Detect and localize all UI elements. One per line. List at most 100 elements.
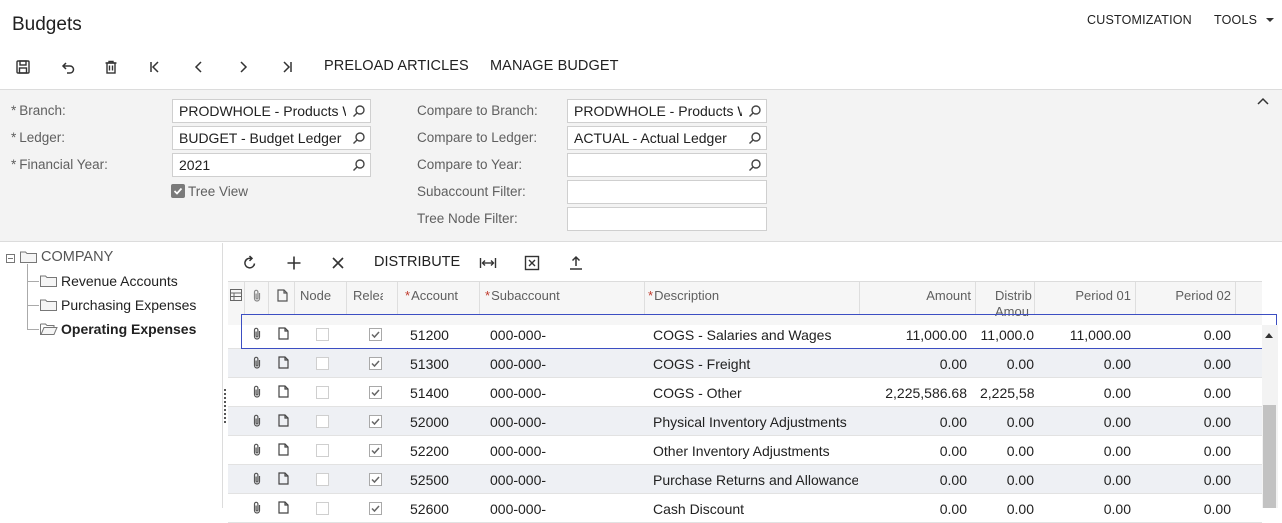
node-checkbox[interactable] xyxy=(316,357,329,370)
amount-cell[interactable]: 0.00 xyxy=(864,443,967,459)
tree-node-company[interactable]: COMPANY xyxy=(41,249,113,265)
account-cell[interactable]: 51300 xyxy=(410,356,449,372)
period-02-cell[interactable]: 0.00 xyxy=(1138,443,1231,459)
splitter-handle[interactable] xyxy=(224,389,226,423)
branch-selector[interactable]: PRODWHOLE - Products Wh xyxy=(172,99,371,123)
note-icon[interactable] xyxy=(278,414,289,427)
distributed-amount-cell[interactable]: 0.00 xyxy=(980,443,1034,459)
tree-node-filter-input[interactable] xyxy=(567,207,767,231)
compare-year-selector[interactable] xyxy=(567,153,767,177)
subaccount-cell[interactable]: 000-000- xyxy=(490,472,546,488)
subaccount-cell[interactable]: 000-000- xyxy=(490,501,546,517)
released-checkbox[interactable] xyxy=(369,386,382,399)
column-header-description[interactable]: *Description xyxy=(648,288,719,303)
node-checkbox[interactable] xyxy=(316,386,329,399)
distributed-amount-cell[interactable]: 0.00 xyxy=(980,501,1034,517)
column-header-distributed[interactable]: Distrib Amou xyxy=(995,288,1033,320)
column-header-released[interactable]: Relea xyxy=(353,288,383,303)
export-excel-icon[interactable] xyxy=(522,253,542,273)
amount-cell[interactable]: 0.00 xyxy=(864,472,967,488)
amount-cell[interactable]: 0.00 xyxy=(864,414,967,430)
account-cell[interactable]: 51200 xyxy=(410,327,449,343)
subaccount-cell[interactable]: 000-000- xyxy=(490,356,546,372)
attachment-icon[interactable] xyxy=(252,472,262,485)
tree-node-revenue-accounts[interactable]: Revenue Accounts xyxy=(61,273,178,289)
node-checkbox[interactable] xyxy=(316,415,329,428)
subaccount-filter-input[interactable] xyxy=(567,180,767,204)
search-icon[interactable] xyxy=(748,104,762,118)
period-01-cell[interactable]: 11,000.00 xyxy=(1038,327,1131,343)
subaccount-cell[interactable]: 000-000- xyxy=(490,443,546,459)
released-checkbox[interactable] xyxy=(369,415,382,428)
attachment-icon[interactable] xyxy=(252,327,262,340)
note-icon[interactable] xyxy=(278,385,289,398)
period-01-cell[interactable]: 0.00 xyxy=(1038,501,1131,517)
search-icon[interactable] xyxy=(748,131,762,145)
last-record-icon[interactable] xyxy=(277,57,297,77)
refresh-icon[interactable] xyxy=(240,253,260,273)
period-01-cell[interactable]: 0.00 xyxy=(1038,356,1131,372)
column-chooser-icon[interactable] xyxy=(230,289,242,301)
account-cell[interactable]: 52200 xyxy=(410,443,449,459)
table-row[interactable]: 52500 000-000- Purchase Returns and Allowa… xyxy=(228,465,1262,494)
description-cell[interactable]: Purchase Returns and Allowances xyxy=(653,472,858,488)
distributed-amount-cell[interactable]: 11,000.0 xyxy=(980,327,1034,343)
account-cell[interactable]: 52000 xyxy=(410,414,449,430)
column-header-subaccount[interactable]: *Subaccount xyxy=(485,288,560,303)
tree-view-checkbox[interactable] xyxy=(171,184,185,198)
table-row[interactable]: 51200 000-000- COGS - Salaries and Wages 11… xyxy=(228,320,1262,349)
period-02-cell[interactable]: 0.00 xyxy=(1138,385,1231,401)
tree-node-operating-expenses[interactable]: Operating Expenses xyxy=(61,321,196,337)
manage-budget-button[interactable]: MANAGE BUDGET xyxy=(490,58,619,74)
tree-node-purchasing-expenses[interactable]: Purchasing Expenses xyxy=(61,297,196,313)
node-checkbox[interactable] xyxy=(316,502,329,515)
search-icon[interactable] xyxy=(352,131,366,145)
column-header-period-02[interactable]: Period 02 xyxy=(1138,288,1231,303)
note-icon[interactable] xyxy=(278,472,289,485)
attachment-icon[interactable] xyxy=(252,385,262,398)
period-01-cell[interactable]: 0.00 xyxy=(1038,472,1131,488)
attachment-icon[interactable] xyxy=(252,356,262,369)
customization-menu[interactable]: CUSTOMIZATION xyxy=(1087,13,1192,27)
tools-menu[interactable]: TOOLS xyxy=(1214,13,1274,27)
table-row[interactable]: 52000 000-000- Physical Inventory Adjustme… xyxy=(228,407,1262,436)
period-02-cell[interactable]: 0.00 xyxy=(1138,356,1231,372)
account-cell[interactable]: 52600 xyxy=(410,501,449,517)
period-02-cell[interactable]: 0.00 xyxy=(1138,472,1231,488)
released-checkbox[interactable] xyxy=(369,357,382,370)
note-icon[interactable] xyxy=(278,356,289,369)
description-cell[interactable]: COGS - Other xyxy=(653,385,858,401)
previous-record-icon[interactable] xyxy=(189,57,209,77)
subaccount-cell[interactable]: 000-000- xyxy=(490,414,546,430)
period-01-cell[interactable]: 0.00 xyxy=(1038,443,1131,459)
period-01-cell[interactable]: 0.00 xyxy=(1038,385,1131,401)
column-header-amount[interactable]: Amount xyxy=(868,288,971,303)
subaccount-cell[interactable]: 000-000- xyxy=(490,327,546,343)
released-checkbox[interactable] xyxy=(369,328,382,341)
note-icon[interactable] xyxy=(278,327,289,340)
distributed-amount-cell[interactable]: 0.00 xyxy=(980,472,1034,488)
description-cell[interactable]: COGS - Freight xyxy=(653,356,858,372)
save-icon[interactable] xyxy=(13,57,33,77)
description-cell[interactable]: Physical Inventory Adjustments xyxy=(653,414,858,430)
amount-cell[interactable]: 2,225,586.68 xyxy=(864,385,967,401)
attachment-icon[interactable] xyxy=(252,414,262,427)
compare-branch-selector[interactable]: PRODWHOLE - Products Wh xyxy=(567,99,767,123)
undo-icon[interactable] xyxy=(57,57,77,77)
column-header-period-01[interactable]: Period 01 xyxy=(1038,288,1131,303)
delete-icon[interactable] xyxy=(101,57,121,77)
node-checkbox[interactable] xyxy=(316,328,329,341)
table-row[interactable]: 52600 000-000- Cash Discount 0.00 0.00 0.00 0.… xyxy=(228,494,1262,523)
account-cell[interactable]: 52500 xyxy=(410,472,449,488)
attachment-icon[interactable] xyxy=(252,443,262,456)
add-row-icon[interactable] xyxy=(284,253,304,273)
description-cell[interactable]: COGS - Salaries and Wages xyxy=(653,327,858,343)
period-02-cell[interactable]: 0.00 xyxy=(1138,327,1231,343)
compare-ledger-selector[interactable]: ACTUAL - Actual Ledger xyxy=(567,126,767,150)
distributed-amount-cell[interactable]: 2,225,58 xyxy=(980,385,1034,401)
fit-columns-icon[interactable] xyxy=(478,253,498,273)
account-cell[interactable]: 51400 xyxy=(410,385,449,401)
description-cell[interactable]: Other Inventory Adjustments xyxy=(653,443,858,459)
ledger-selector[interactable]: BUDGET - Budget Ledger xyxy=(172,126,371,150)
financial-year-selector[interactable]: 2021 xyxy=(172,153,371,177)
